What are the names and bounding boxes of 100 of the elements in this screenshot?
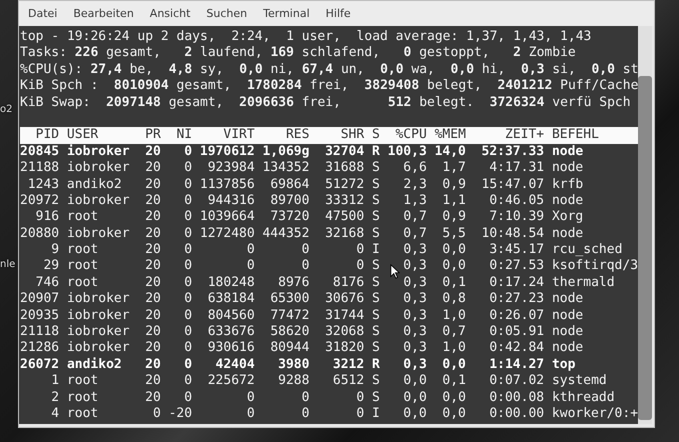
summary-line: KiB Swap: 2097148 gesamt, 2096636 frei, 512 belegt. 3726324 verfü Spch bbox=[20, 94, 632, 111]
table-cell: 0 bbox=[302, 390, 310, 405]
table-cell: 21286 bbox=[20, 340, 60, 356]
menu-item[interactable]: Terminal bbox=[263, 7, 310, 20]
table-cell: I bbox=[372, 242, 380, 258]
table-cell: 1,3 bbox=[403, 192, 427, 208]
table-cell: 0,3 bbox=[403, 242, 427, 258]
table-cell: 0 bbox=[184, 209, 192, 224]
table-cell: 0 bbox=[184, 258, 192, 274]
table-cell: 638184 bbox=[208, 291, 255, 306]
table-cell: 0 bbox=[302, 406, 310, 421]
summary-line: top - 19:26:24 up 2 days, 2:24, 1 user, load average: 1,37, 1,43, 1,43 bbox=[20, 29, 592, 46]
table-cell: 0:07.02 bbox=[489, 373, 544, 388]
table-cell: 0 bbox=[302, 258, 310, 274]
table-cell: 14,0 bbox=[434, 144, 466, 159]
table-cell: 180248 bbox=[208, 274, 255, 290]
column-header: PID bbox=[34, 127, 60, 144]
table-cell: 20 bbox=[145, 226, 161, 241]
table-cell: 0:26.07 bbox=[489, 308, 544, 323]
table-cell: 5,5 bbox=[442, 226, 466, 241]
table-cell: kworker/0:+ bbox=[552, 406, 638, 421]
table-cell: 20 bbox=[145, 242, 161, 258]
table-cell: root bbox=[66, 390, 98, 405]
table-cell: 2,3 bbox=[403, 176, 427, 192]
menu-item[interactable]: Bearbeiten bbox=[73, 7, 134, 20]
table-cell: S bbox=[372, 291, 380, 306]
table-cell: 0,3 bbox=[403, 274, 427, 290]
column-header: RES bbox=[284, 127, 310, 144]
table-cell: andiko2 bbox=[66, 176, 122, 192]
table-cell: 0 bbox=[184, 291, 192, 306]
table-cell: Xorg bbox=[552, 209, 584, 224]
table-cell: 0 bbox=[246, 406, 255, 421]
table-cell: 0 bbox=[184, 242, 192, 258]
table-cell: root bbox=[66, 209, 98, 224]
table-cell: S bbox=[372, 274, 380, 290]
table-cell: 0 bbox=[184, 160, 192, 176]
table-cell: S bbox=[372, 209, 380, 224]
table-cell: 3:45.17 bbox=[489, 242, 544, 258]
table-cell: 6512 bbox=[332, 373, 364, 388]
table-cell: 21118 bbox=[20, 324, 60, 340]
table-cell: 32168 bbox=[325, 226, 364, 241]
table-cell: 0:17.24 bbox=[489, 274, 544, 290]
table-cell: node bbox=[552, 144, 584, 159]
table-cell: 0 bbox=[184, 390, 192, 405]
table-cell: 0,0 bbox=[403, 373, 427, 388]
table-cell: 32704 bbox=[325, 144, 364, 159]
table-cell: 6,6 bbox=[403, 160, 427, 176]
table-cell: 0 bbox=[184, 144, 192, 159]
table-cell: 1,0 bbox=[442, 308, 466, 323]
table-cell: systemd bbox=[552, 373, 607, 388]
table-cell: root bbox=[66, 258, 98, 274]
column-header: BEFEHL bbox=[550, 127, 600, 144]
table-cell: 0:05.91 bbox=[489, 324, 544, 340]
table-cell: 47500 bbox=[325, 209, 364, 224]
menu-item[interactable]: Datei bbox=[28, 7, 58, 20]
table-cell: iobroker bbox=[66, 144, 130, 159]
column-header: SHR bbox=[340, 127, 364, 144]
table-cell: 4:17.31 bbox=[489, 160, 544, 176]
table-cell: 20 bbox=[145, 192, 161, 208]
table-cell: 923984 bbox=[208, 160, 255, 176]
table-cell: 20 bbox=[145, 209, 161, 224]
table-cell: 20 bbox=[145, 291, 161, 306]
table-cell: 0,0 bbox=[442, 406, 466, 421]
desktop-icon-label[interactable]: o2 bbox=[0, 104, 12, 115]
column-header: %MEM bbox=[434, 127, 466, 144]
table-cell: root bbox=[66, 274, 98, 290]
table-cell: 20972 bbox=[20, 192, 60, 208]
table-cell: 0 bbox=[184, 226, 192, 241]
menu-item[interactable]: Hilfe bbox=[326, 7, 351, 20]
table-cell: 3980 bbox=[278, 356, 310, 372]
table-cell: 26072 bbox=[20, 356, 60, 372]
table-cell: 0,0 bbox=[442, 258, 466, 274]
table-cell: 21188 bbox=[20, 160, 60, 176]
table-cell: 1243 bbox=[28, 176, 60, 192]
table-cell: 0,0 bbox=[403, 390, 427, 405]
menu-item[interactable]: Suchen bbox=[206, 7, 248, 20]
table-cell: S bbox=[372, 176, 380, 192]
table-cell: 20880 bbox=[20, 226, 60, 241]
table-cell: 0 bbox=[246, 390, 255, 405]
table-cell: 0,0 bbox=[442, 356, 466, 372]
menu-item[interactable]: Ansicht bbox=[150, 7, 190, 20]
table-cell: 42404 bbox=[216, 356, 255, 372]
table-cell: 8176 bbox=[332, 274, 364, 290]
column-header: ZEIT+ bbox=[504, 127, 544, 144]
table-cell: ksoftirqd/3 bbox=[552, 258, 638, 274]
table-cell: 0 bbox=[184, 340, 192, 356]
table-cell: kthreadd bbox=[552, 390, 615, 405]
desktop-icon-label[interactable]: nle bbox=[0, 259, 16, 270]
table-cell: iobroker bbox=[66, 324, 130, 340]
table-cell: 1 bbox=[51, 373, 60, 388]
table-cell: 916 bbox=[36, 209, 60, 224]
table-cell: 9288 bbox=[278, 373, 310, 388]
table-cell: S bbox=[372, 390, 380, 405]
table-cell: node bbox=[552, 226, 584, 241]
table-cell: 0 bbox=[356, 390, 364, 405]
table-cell: iobroker bbox=[66, 160, 130, 176]
table-cell: 0,3 bbox=[403, 340, 427, 356]
table-cell: 746 bbox=[36, 274, 60, 290]
table-cell: thermald bbox=[552, 274, 615, 290]
mouse-pointer-icon bbox=[390, 264, 400, 279]
